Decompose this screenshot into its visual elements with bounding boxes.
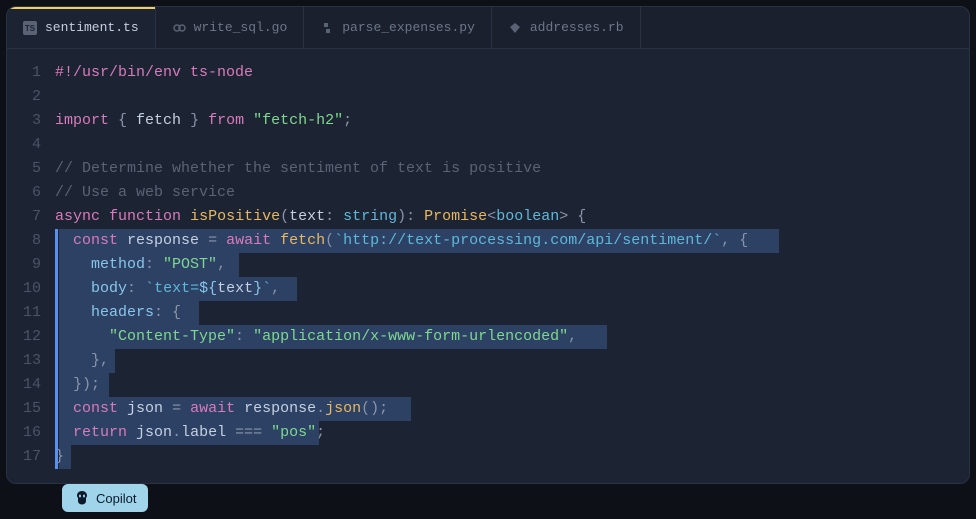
tab-sentiment[interactable]: TS sentiment.ts <box>7 7 156 48</box>
code-line: #!/usr/bin/env ts-node <box>55 61 969 85</box>
tab-label: sentiment.ts <box>45 20 139 35</box>
code-line: } <box>55 445 969 469</box>
tab-label: addresses.rb <box>530 20 624 35</box>
copilot-badge[interactable]: Copilot <box>62 484 148 512</box>
copilot-label: Copilot <box>96 491 136 506</box>
tab-label: parse_expenses.py <box>342 20 475 35</box>
editor-window: TS sentiment.ts write_sql.go parse_expen… <box>6 6 970 484</box>
typescript-icon: TS <box>23 21 37 35</box>
code-line: // Determine whether the sentiment of te… <box>55 157 969 181</box>
code-editor[interactable]: 1234 5678 9101112 13141516 17 #!/usr/bin… <box>7 49 969 481</box>
ruby-icon <box>508 21 522 35</box>
code-line: }); <box>55 373 969 397</box>
tab-addresses[interactable]: addresses.rb <box>492 7 641 48</box>
code-line: method: "POST", <box>55 253 969 277</box>
copilot-icon <box>74 490 90 506</box>
tab-label: write_sql.go <box>194 20 288 35</box>
line-number-gutter: 1234 5678 9101112 13141516 17 <box>7 61 55 469</box>
tab-parse-expenses[interactable]: parse_expenses.py <box>304 7 492 48</box>
code-line: "Content-Type": "application/x-www-form-… <box>55 325 969 349</box>
code-line: const response = await fetch(`http://tex… <box>55 229 969 253</box>
code-line: // Use a web service <box>55 181 969 205</box>
code-line: }, <box>55 349 969 373</box>
go-icon <box>172 21 186 35</box>
code-line <box>55 85 969 109</box>
code-line: headers: { <box>55 301 969 325</box>
svg-text:TS: TS <box>25 24 36 33</box>
code-line <box>55 133 969 157</box>
code-line: async function isPositive(text: string):… <box>55 205 969 229</box>
code-line: body: `text=${text}`, <box>55 277 969 301</box>
code-content: #!/usr/bin/env ts-node import { fetch } … <box>55 61 969 469</box>
code-line: const json = await response.json(); <box>55 397 969 421</box>
code-line: import { fetch } from "fetch-h2"; <box>55 109 969 133</box>
python-icon <box>320 21 334 35</box>
tab-bar: TS sentiment.ts write_sql.go parse_expen… <box>7 7 969 49</box>
code-line: return json.label === "pos"; <box>55 421 969 445</box>
tab-write-sql[interactable]: write_sql.go <box>156 7 305 48</box>
